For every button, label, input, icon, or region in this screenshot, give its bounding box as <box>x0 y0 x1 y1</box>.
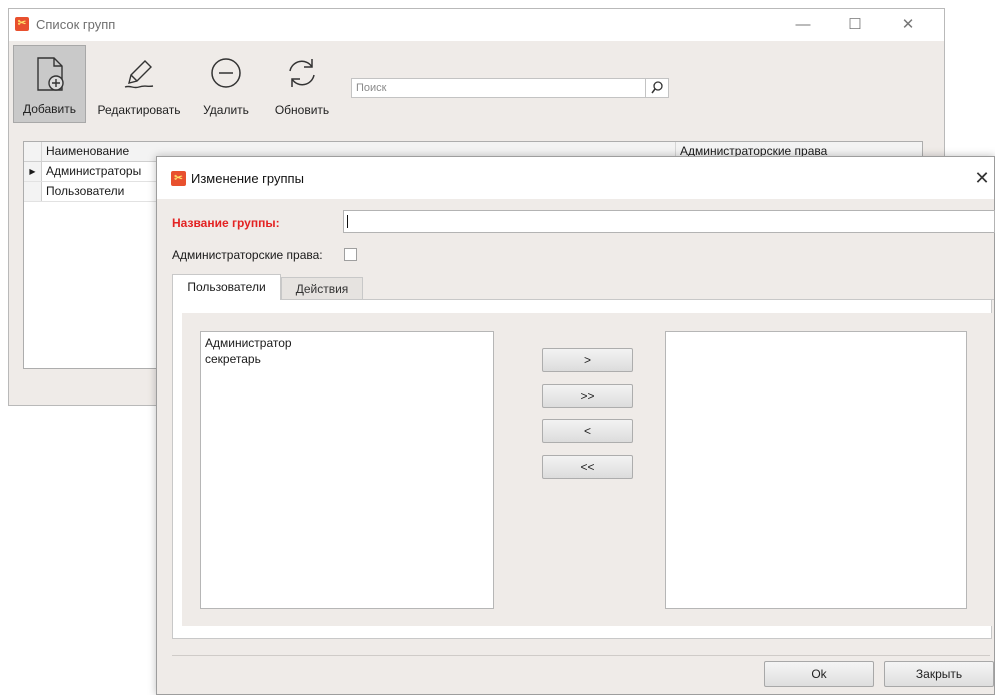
footer-divider <box>172 655 990 656</box>
tab-actions[interactable]: Действия <box>281 277 363 300</box>
dialog-close-button[interactable]: ✕ <box>972 168 992 188</box>
edit-group-dialog: ✂ Изменение группы ✕ Название группы: Ад… <box>156 156 995 695</box>
delete-button[interactable]: Удалить <box>195 45 257 123</box>
dialog-titlebar: ✂ Изменение группы ✕ <box>157 157 994 199</box>
group-name-cell[interactable]: Пользователи <box>42 182 159 201</box>
refresh-icon <box>289 59 315 87</box>
refresh-button[interactable]: Обновить <box>267 45 337 123</box>
selected-users-list[interactable] <box>665 331 967 609</box>
text-caret <box>347 215 348 228</box>
app-logo-icon: ✂ <box>171 171 186 186</box>
users-tab-content: Администратор секретарь > >> < << <box>182 313 993 626</box>
search-placeholder: Поиск <box>356 82 387 94</box>
edit-button[interactable]: Редактировать <box>89 45 189 123</box>
delete-label: Удалить <box>203 103 249 117</box>
ok-button[interactable]: Ok <box>764 661 874 687</box>
close-button[interactable]: ✕ <box>897 15 919 35</box>
group-name-input[interactable] <box>343 210 995 233</box>
row-indicator <box>24 182 42 201</box>
available-users-list[interactable]: Администратор секретарь <box>200 331 494 609</box>
group-name-label: Название группы: <box>172 216 280 230</box>
header-corner <box>24 142 42 161</box>
edit-label: Редактировать <box>97 103 181 117</box>
toolbar: Добавить Редактировать Удалить Обновить … <box>9 41 944 131</box>
search-input[interactable]: Поиск <box>351 78 669 98</box>
minus-circle-icon <box>211 58 241 88</box>
add-label: Добавить <box>22 102 77 116</box>
dialog-title: Изменение группы <box>191 171 304 186</box>
window-titlebar: ✂ Список групп — ☐ ✕ <box>9 9 944 41</box>
list-item[interactable]: секретарь <box>205 352 261 366</box>
list-item[interactable]: Администратор <box>205 336 292 350</box>
maximize-button[interactable]: ☐ <box>844 15 866 35</box>
minimize-button[interactable]: — <box>792 15 814 35</box>
users-tab-panel: Администратор секретарь > >> < << <box>172 300 993 639</box>
remove-all-button[interactable]: << <box>542 455 633 479</box>
remove-one-button[interactable]: < <box>542 419 633 443</box>
admin-rights-checkbox[interactable] <box>344 248 357 261</box>
add-all-button[interactable]: >> <box>542 384 633 408</box>
add-document-icon <box>36 57 64 91</box>
app-logo-icon: ✂ <box>15 17 29 31</box>
refresh-label: Обновить <box>274 103 330 117</box>
add-one-button[interactable]: > <box>542 348 633 372</box>
close-dialog-button[interactable]: Закрыть <box>884 661 994 687</box>
pencil-icon <box>124 60 154 89</box>
search-icon <box>651 81 663 94</box>
add-button[interactable]: Добавить <box>13 45 86 123</box>
group-name-cell[interactable]: Администраторы <box>42 162 159 181</box>
tab-users[interactable]: Пользователи <box>172 274 281 301</box>
current-row-indicator-icon: ▶ <box>24 162 42 181</box>
search-button[interactable] <box>645 79 668 97</box>
window-title: Список групп <box>36 17 116 32</box>
admin-rights-label: Администраторские права: <box>172 248 323 262</box>
